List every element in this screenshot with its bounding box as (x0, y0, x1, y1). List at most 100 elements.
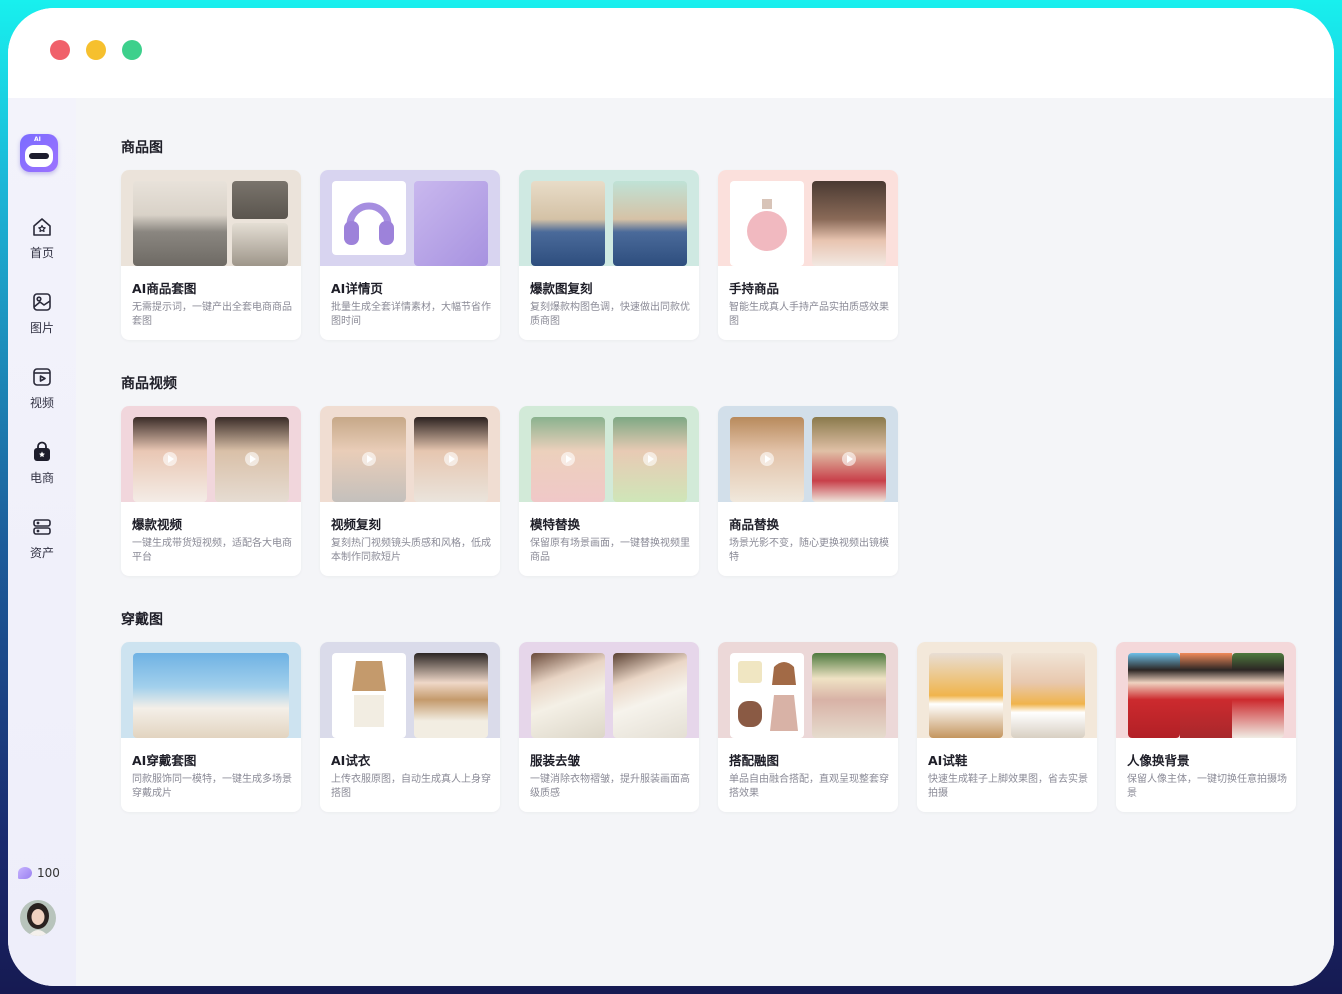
vest-garment-icon (352, 661, 386, 727)
card-ai-detail-page[interactable]: AI详情页 批量生成全套详情素材，大幅节省作图时间 (320, 170, 500, 340)
user-avatar[interactable] (20, 900, 56, 936)
title-bar (8, 8, 1334, 98)
card-thumbnail (718, 406, 898, 502)
card-title: 视频复刻 (331, 517, 382, 532)
card-thumbnail (320, 406, 500, 502)
section-title-product-videos: 商品视频 (121, 376, 177, 392)
card-description: 单品自由融合搭配，直观呈现整套穿搭效果 (729, 774, 889, 799)
app-logo[interactable]: AI (20, 134, 58, 172)
card-video-replica[interactable]: 视频复刻 复刻热门视频镜头质感和风格，低成本制作同款短片 (320, 406, 500, 576)
outfit-items-icon (738, 661, 798, 731)
section-title-product-images: 商品图 (121, 140, 163, 156)
card-title: 爆款图复刻 (530, 281, 593, 296)
sidebar-item-assets[interactable]: 资产 (8, 516, 76, 561)
card-description: 保留原有场景画面，一键替换视频里商品 (530, 538, 690, 563)
play-icon (362, 452, 376, 466)
image-icon (33, 293, 51, 311)
credit-gem-icon (18, 867, 32, 879)
play-icon (444, 452, 458, 466)
card-description: 复刻热门视频镜头质感和风格，低成本制作同款短片 (331, 538, 491, 563)
headphones-icon (344, 202, 394, 245)
sidebar-item-label: 视频 (29, 396, 54, 410)
card-handheld-product[interactable]: 手持商品 智能生成真人手持产品实拍质感效果图 (718, 170, 898, 340)
card-hit-video[interactable]: 爆款视频 一键生成带货短视频，适配各大电商平台 (121, 406, 301, 576)
card-thumbnail (1116, 642, 1296, 738)
minimize-window-button[interactable] (86, 40, 106, 60)
maximize-window-button[interactable] (122, 40, 142, 60)
sidebar-item-label: 资产 (29, 546, 54, 560)
card-title: 模特替换 (530, 517, 581, 532)
card-hit-image-replica[interactable]: 爆款图复刻 复刻爆款构图色调，快速做出同款优质商图 (519, 170, 699, 340)
app-window: AI 首页 图片 视频 电商 资产 100 商品图 AI商品套图 无需提示词，一… (8, 8, 1334, 986)
card-thumbnail (519, 642, 699, 738)
card-title: AI试鞋 (928, 753, 968, 768)
card-description: 批量生成全套详情素材，大幅节省作图时间 (331, 302, 491, 327)
card-description: 复刻爆款构图色调，快速做出同款优质商图 (530, 302, 690, 327)
card-model-swap[interactable]: 模特替换 保留原有场景画面，一键替换视频里商品 (519, 406, 699, 576)
card-title: 服装去皱 (530, 753, 581, 768)
card-title: 商品替换 (729, 517, 780, 532)
card-description: 快速生成鞋子上脚效果图，省去实景拍摄 (928, 774, 1088, 799)
storage-icon (33, 519, 51, 535)
card-title: AI穿戴套图 (132, 753, 197, 768)
card-thumbnail (320, 170, 500, 266)
video-icon (33, 368, 51, 386)
sidebar-item-video[interactable]: 视频 (8, 366, 76, 411)
card-title: AI详情页 (331, 281, 383, 296)
sidebar-item-image[interactable]: 图片 (8, 291, 76, 336)
home-icon (33, 218, 51, 236)
card-thumbnail (718, 170, 898, 266)
play-icon (760, 452, 774, 466)
sidebar-item-label: 图片 (29, 321, 54, 335)
play-icon (842, 452, 856, 466)
logo-tag: AI (34, 136, 41, 143)
card-title: 爆款视频 (132, 517, 183, 532)
avatar-portrait-icon (20, 900, 56, 936)
shopping-bag-icon (34, 441, 50, 461)
play-icon (561, 452, 575, 466)
sidebar-item-ecommerce[interactable]: 电商 (8, 441, 76, 486)
card-description: 场景光影不变，随心更换视频出镜模特 (729, 538, 889, 563)
card-title: 手持商品 (729, 281, 780, 296)
card-ai-shoe-try-on[interactable]: AI试鞋 快速生成鞋子上脚效果图，省去实景拍摄 (917, 642, 1097, 812)
card-description: 一键消除衣物褶皱，提升服装画面高级质感 (530, 774, 690, 799)
card-title: AI试衣 (331, 753, 371, 768)
card-thumbnail (121, 642, 301, 738)
card-product-swap[interactable]: 商品替换 场景光影不变，随心更换视频出镜模特 (718, 406, 898, 576)
card-thumbnail (519, 170, 699, 266)
card-thumbnail (121, 170, 301, 266)
main-content: 商品图 AI商品套图 无需提示词，一键产出全套电商商品套图 AI详情页 批量生成… (76, 98, 1334, 986)
sidebar-item-label: 电商 (29, 471, 54, 485)
card-ai-try-on[interactable]: AI试衣 上传衣服原图，自动生成真人上身穿搭图 (320, 642, 500, 812)
card-title: 人像换背景 (1127, 753, 1190, 768)
card-wrinkle-removal[interactable]: 服装去皱 一键消除衣物褶皱，提升服装画面高级质感 (519, 642, 699, 812)
card-description: 保留人像主体，一键切换任意拍摄场景 (1127, 774, 1287, 799)
play-icon (643, 452, 657, 466)
section-title-wearables: 穿戴图 (121, 612, 163, 628)
play-icon (163, 452, 177, 466)
sidebar-item-home[interactable]: 首页 (8, 216, 76, 261)
card-thumbnail (917, 642, 1097, 738)
sidebar: AI 首页 图片 视频 电商 资产 100 (8, 98, 76, 986)
card-outfit-blend[interactable]: 搭配融图 单品自由融合搭配，直观呈现整套穿搭效果 (718, 642, 898, 812)
card-title: 搭配融图 (729, 753, 780, 768)
close-window-button[interactable] (50, 40, 70, 60)
card-thumbnail (320, 642, 500, 738)
card-description: 上传衣服原图，自动生成真人上身穿搭图 (331, 774, 491, 799)
card-title: AI商品套图 (132, 281, 197, 296)
credits-value: 100 (37, 866, 60, 880)
card-ai-outfit-set[interactable]: AI穿戴套图 同款服饰同一模特，一键生成多场景穿戴成片 (121, 642, 301, 812)
card-thumbnail (718, 642, 898, 738)
sidebar-item-label: 首页 (29, 246, 54, 260)
card-description: 智能生成真人手持产品实拍质感效果图 (729, 302, 889, 327)
card-description: 无需提示词，一键产出全套电商商品套图 (132, 302, 292, 327)
card-ai-product-set[interactable]: AI商品套图 无需提示词，一键产出全套电商商品套图 (121, 170, 301, 340)
play-icon (245, 452, 259, 466)
credits-balance[interactable]: 100 (18, 866, 60, 880)
perfume-bottle-icon (747, 199, 787, 251)
logo-face-icon (25, 145, 53, 167)
card-description: 同款服饰同一模特，一键生成多场景穿戴成片 (132, 774, 292, 799)
card-thumbnail (121, 406, 301, 502)
card-portrait-background-swap[interactable]: 人像换背景 保留人像主体，一键切换任意拍摄场景 (1116, 642, 1296, 812)
card-thumbnail (519, 406, 699, 502)
